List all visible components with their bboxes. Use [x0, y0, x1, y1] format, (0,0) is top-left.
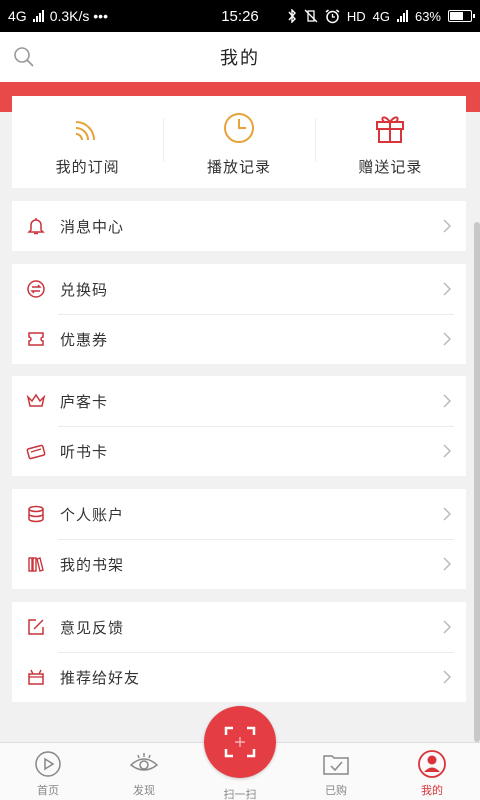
signal-icon: [32, 10, 44, 22]
net-speed: 0.3K/s •••: [49, 8, 108, 24]
bell-icon: [27, 218, 45, 235]
quick-actions-card: 我的订阅 播放记录 赠送记录: [12, 96, 466, 188]
tab-home[interactable]: 首页: [0, 743, 96, 800]
section-account: 个人账户 我的书架: [12, 489, 466, 589]
menu-item-redeem-code[interactable]: 兑换码: [12, 264, 466, 314]
quick-item-gifts[interactable]: 赠送记录: [314, 96, 466, 188]
exchange-icon: [27, 280, 45, 298]
section-feedback: 意见反馈 推荐给好友: [12, 602, 466, 702]
page-title: 我的: [220, 48, 260, 69]
rss-icon: [75, 121, 95, 141]
chevron-right-icon: [443, 219, 452, 233]
chevron-right-icon: [443, 557, 452, 571]
tab-mine[interactable]: 我的: [384, 743, 480, 800]
chevron-right-icon: [443, 670, 452, 684]
chevron-right-icon: [443, 332, 452, 346]
menu-label: 听书卡: [60, 442, 109, 461]
section-cards: 庐客卡 听书卡: [12, 376, 466, 476]
play-circle-icon: [35, 751, 61, 777]
bluetooth-icon: [288, 9, 296, 23]
bookshelf-icon: [28, 557, 44, 572]
chevron-right-icon: [443, 444, 452, 458]
menu-item-message-center[interactable]: 消息中心: [12, 201, 466, 251]
menu-item-recommend-friends[interactable]: 推荐给好友: [12, 652, 466, 702]
tab-label: 我的: [421, 784, 443, 797]
header: 我的: [0, 32, 480, 82]
menu-item-bookshelf[interactable]: 我的书架: [12, 539, 466, 589]
menu-item-audiobook-card[interactable]: 听书卡: [12, 426, 466, 476]
quick-label-history: 播放记录: [206, 158, 271, 176]
scan-button[interactable]: [204, 706, 276, 778]
network-right-label: 4G: [372, 8, 390, 24]
share-gift-icon: [28, 669, 44, 685]
tab-label: 扫一扫: [223, 788, 257, 800]
chevron-right-icon: [443, 282, 452, 296]
chevron-right-icon: [443, 394, 452, 408]
section-messages: 消息中心: [12, 201, 466, 251]
tab-discover[interactable]: 发现: [96, 743, 192, 800]
battery-percent: 63%: [414, 8, 441, 24]
menu-label: 消息中心: [60, 217, 125, 236]
user-circle-icon: [418, 750, 446, 778]
alarm-icon: [325, 8, 340, 23]
card-icon: [26, 444, 46, 460]
search-icon[interactable]: [12, 45, 36, 69]
menu-label: 个人账户: [60, 505, 125, 524]
eye-icon: [129, 753, 159, 771]
menu-item-feedback[interactable]: 意见反馈: [12, 602, 466, 652]
network-label: 4G: [8, 8, 27, 24]
menu-label: 意见反馈: [60, 618, 125, 637]
menu-label: 我的书架: [60, 555, 125, 574]
menu-label: 兑换码: [60, 280, 109, 299]
edit-icon: [28, 619, 44, 635]
clock-icon: [223, 113, 254, 143]
menu-label: 推荐给好友: [60, 668, 141, 687]
menu-label: 庐客卡: [60, 392, 109, 411]
quick-item-history[interactable]: 播放记录: [163, 96, 314, 188]
tab-label: 发现: [133, 784, 155, 797]
signal-right-icon: [396, 10, 408, 22]
battery-icon: [448, 10, 475, 22]
menu-label: 优惠券: [60, 330, 109, 349]
hd-label: HD: [346, 8, 366, 24]
scan-icon: [224, 726, 256, 758]
tab-label: 首页: [37, 784, 59, 797]
vibrate-icon: [304, 9, 318, 23]
menu-item-luke-card[interactable]: 庐客卡: [12, 376, 466, 426]
quick-item-subscriptions[interactable]: 我的订阅: [12, 96, 163, 188]
tab-label: 已购: [325, 784, 347, 797]
quick-label-gifts: 赠送记录: [358, 158, 423, 176]
menu-item-coupons[interactable]: 优惠券: [12, 314, 466, 364]
section-codes: 兑换码 优惠券: [12, 264, 466, 364]
coupon-icon: [28, 332, 44, 346]
menu-item-personal-account[interactable]: 个人账户: [12, 489, 466, 539]
crown-icon: [26, 393, 46, 407]
scrollbar[interactable]: [474, 222, 480, 742]
quick-label-subscriptions: 我的订阅: [55, 158, 120, 176]
folder-check-icon: [323, 755, 349, 775]
chevron-right-icon: [443, 507, 452, 521]
coins-icon: [28, 505, 44, 523]
tab-purchased[interactable]: 已购: [288, 743, 384, 800]
gift-icon: [376, 116, 405, 143]
status-bar: 4G 0.3K/s ••• 15:26 HD 4G 63%: [0, 0, 480, 32]
chevron-right-icon: [443, 620, 452, 634]
